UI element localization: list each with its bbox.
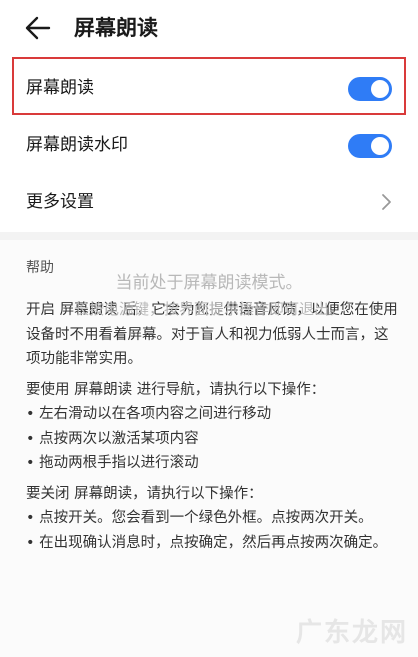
help-title: 帮助	[26, 260, 54, 276]
off-item: • 在出现确认消息时，点按确定，然后再点按两次确定。	[26, 534, 388, 551]
toggle-knob	[371, 137, 389, 155]
nav-item: • 左右滑动以在各项内容之间进行移动	[26, 406, 272, 422]
nav-title: 要使用 屏幕朗读 进行导航，请执行以下操作：	[26, 381, 326, 398]
screen-reader-toggle[interactable]	[348, 77, 392, 101]
toggle-knob	[371, 80, 389, 98]
help-body: 开启 屏幕朗读 后，它会为您提供语音反馈，以便您在使用设备时不用看着屏幕。对于盲…	[26, 298, 398, 555]
watermark-label: 屏幕朗读水印	[26, 135, 128, 155]
off-title: 要关闭 屏幕朗读，请执行以下操作：	[26, 485, 263, 502]
help-section: 帮助 开启 屏幕朗读 后，它会为您提供语音反馈，以便您在使用设备时不用看着屏幕。…	[0, 240, 418, 657]
screen-reader-row[interactable]: 屏幕朗读	[0, 60, 418, 116]
watermark-row[interactable]: 屏幕朗读水印	[0, 117, 418, 173]
chevron-right-icon	[382, 194, 391, 210]
off-item: • 点按开关。您会看到一个绿色外框。点按两次开关。	[26, 510, 373, 526]
nav-item: • 拖动两根手指以进行滚动	[26, 455, 199, 471]
header: 屏幕朗读	[0, 0, 418, 56]
back-arrow-icon[interactable]	[24, 14, 52, 42]
section-divider	[0, 232, 418, 240]
page-title: 屏幕朗读	[74, 16, 158, 40]
screen-reader-label: 屏幕朗读	[26, 78, 94, 98]
help-intro: 开启 屏幕朗读 后，它会为您提供语音反馈，以便您在使用设备时不用看着屏幕。对于盲…	[26, 302, 398, 367]
more-settings-label: 更多设置	[26, 192, 94, 212]
more-settings-row[interactable]: 更多设置	[0, 174, 418, 230]
nav-item: • 点按两次以激活某项内容	[26, 430, 199, 447]
watermark-toggle[interactable]	[348, 134, 392, 158]
